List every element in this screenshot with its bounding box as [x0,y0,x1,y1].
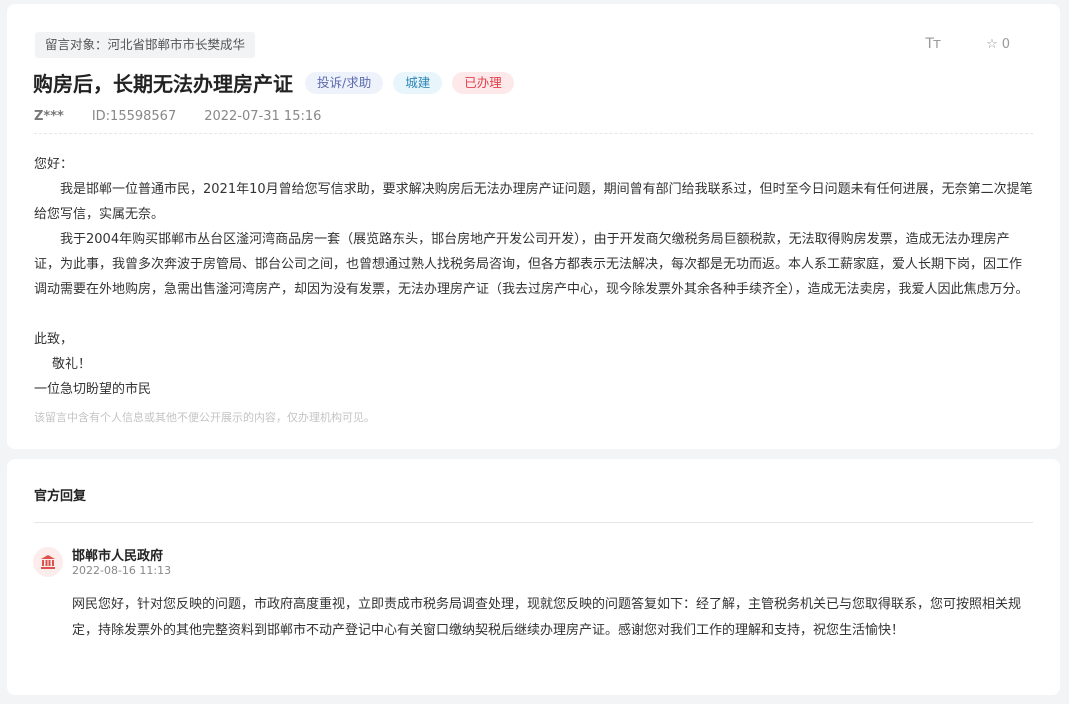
official-reply-card: 官方回复 邯郸市人民政府 2022-08-16 11:13 网民您好，针对您反映… [7,459,1060,695]
message-paragraph-2: 我于2004年购买邯郸市丛台区滏河湾商品房一套（展览路东头，邯台房地产开发公司开… [34,232,1029,297]
message-card: 留言对象：河北省邯郸市市长樊成华 Tт ☆ 0 购房后，长期无法办理房产证 投诉… [7,4,1060,449]
status-badge: 已办理 [452,71,514,94]
government-building-icon [33,547,63,577]
reply-time: 2022-08-16 11:13 [72,564,172,577]
reply-content: 网民您好，针对您反映的问题，市政府高度重视，立即责成市税务局调查处理，现就您反映… [72,597,1022,638]
message-paragraph-1: 我是邯郸一位普通市民，2021年10月曾给您写信求助，要求解决购房后无法办理房产… [34,182,1033,222]
message-target: 留言对象：河北省邯郸市市长樊成华 [35,32,256,58]
message-id: ID:15598567 [91,109,177,124]
category-tag[interactable]: 投诉/求助 [305,71,384,94]
reply-divider [34,522,1033,523]
favorite-button[interactable]: ☆ 0 [986,37,1010,52]
greeting: 您好： [34,157,74,172]
closing-line-2: 敬礼！ [52,357,92,372]
area-tag[interactable]: 城建 [393,71,443,94]
message-body: 您好： 我是邯郸一位普通市民，2021年10月曾给您写信求助，要求解决购房后无法… [34,152,1034,402]
title-row: 购房后，长期无法办理房产证 投诉/求助 城建 已办理 [33,68,514,97]
reply-org-name: 邯郸市人民政府 [72,549,164,564]
author-name: Z*** [34,109,64,124]
meta-divider [34,133,1033,134]
closing-line-1: 此致， [34,332,74,347]
privacy-note: 该留言中含有个人信息或其他不便公开展示的内容，仅办理机构可见。 [34,411,375,424]
message-time: 2022-07-31 15:16 [204,109,322,124]
font-size-tool-icon[interactable]: Tт [925,36,941,52]
message-meta: Z*** ID:15598567 2022-07-31 15:16 [34,109,321,124]
reply-section-title: 官方回复 [34,489,87,504]
message-tools: Tт ☆ 0 [925,36,1010,52]
star-outline-icon: ☆ [986,36,998,52]
message-title: 购房后，长期无法办理房产证 [33,72,293,96]
favorite-count: 0 [1001,36,1010,52]
signature: 一位急切盼望的市民 [34,382,152,397]
